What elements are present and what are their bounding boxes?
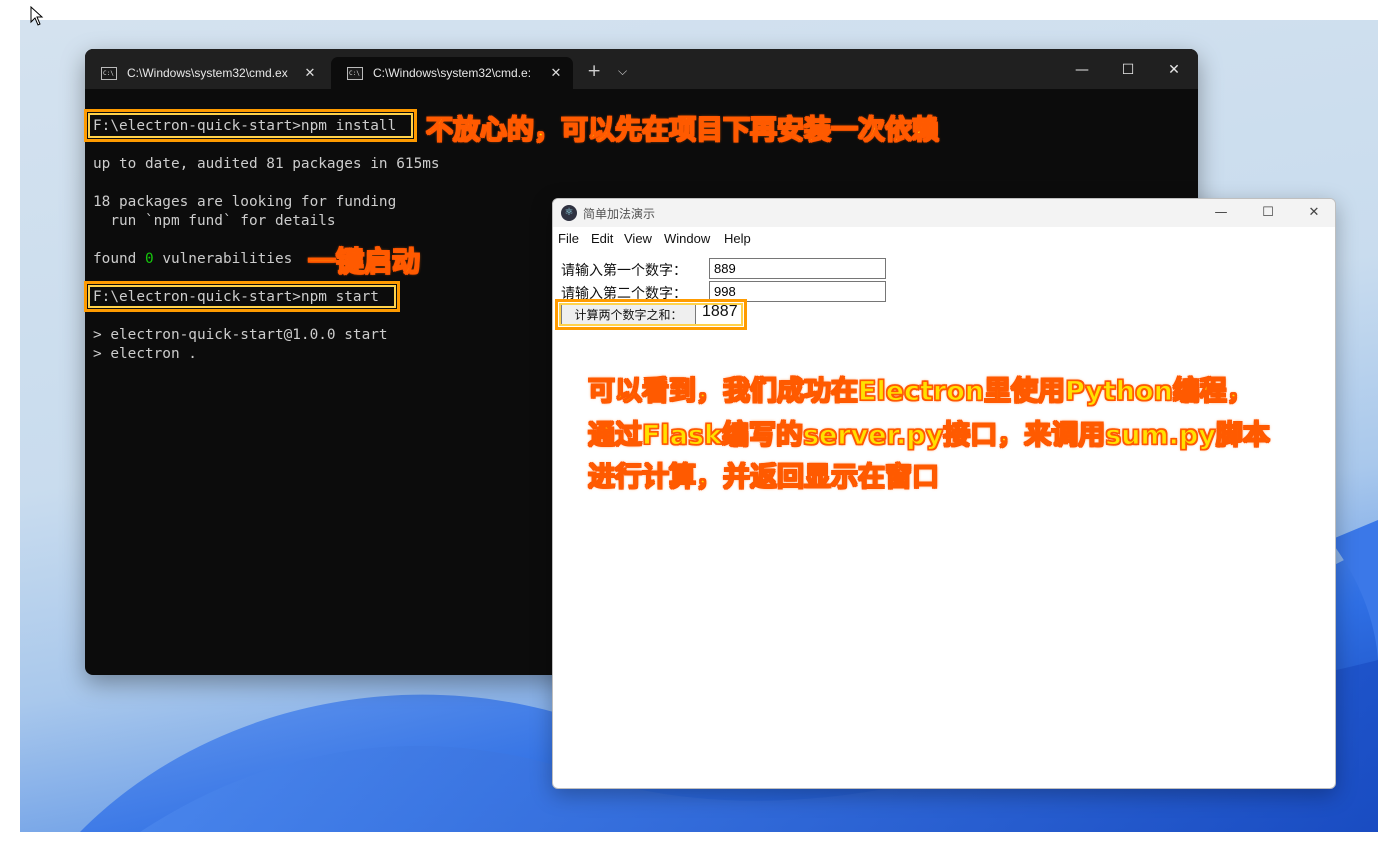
first-number-label: 请输入第一个数字： xyxy=(561,263,687,279)
terminal-tab-2[interactable]: C:\ C:\Windows\system32\cmd.e: ✕ xyxy=(331,57,573,89)
maximize-button[interactable]: ☐ xyxy=(1245,203,1291,223)
terminal-line: > electron . xyxy=(93,346,197,362)
terminal-titlebar: C:\ C:\Windows\system32\cmd.ex ✕ C:\ C:\… xyxy=(85,49,1198,89)
menu-edit[interactable]: Edit xyxy=(591,231,613,246)
menu-bar: File Edit View Window Help xyxy=(553,227,1335,251)
window-title: 简单加法演示 xyxy=(583,207,656,221)
tab-title: C:\Windows\system32\cmd.ex xyxy=(127,66,288,80)
minimize-button[interactable]: — xyxy=(1198,203,1244,223)
first-number-input[interactable]: 889 xyxy=(709,258,886,279)
terminal-line: 18 packages are looking for funding xyxy=(93,194,397,210)
cmd-icon: C:\ xyxy=(101,66,117,80)
chevron-down-icon[interactable]: ⌵ xyxy=(618,64,627,79)
annotation-one-click-start: 一键启动 xyxy=(307,244,421,278)
cmd-icon: C:\ xyxy=(347,66,363,80)
terminal-line: up to date, audited 81 packages in 615ms xyxy=(93,156,440,172)
terminal-line: > electron-quick-start@1.0.0 start xyxy=(93,327,388,343)
new-tab-button[interactable]: + xyxy=(587,61,601,81)
annotation-reinstall: 不放心的，可以先在项目下再安装一次依赖 xyxy=(425,114,939,146)
terminal-line: found 0 vulnerabilities xyxy=(93,250,292,269)
terminal-line: run `npm fund` for details xyxy=(93,213,336,229)
maximize-button[interactable]: ☐ xyxy=(1105,57,1151,83)
minimize-button[interactable]: — xyxy=(1059,57,1105,83)
tab-title: C:\Windows\system32\cmd.e: xyxy=(373,66,532,80)
menu-help[interactable]: Help xyxy=(724,231,751,246)
close-icon[interactable]: ✕ xyxy=(303,65,317,81)
terminal-tab-1[interactable]: C:\ C:\Windows\system32\cmd.ex ✕ xyxy=(85,57,327,89)
annotation-summary-line1: 可以看到，我们成功在Electron里使用Python编程， xyxy=(587,375,1254,407)
highlight-box-npm-install xyxy=(84,109,417,142)
text-found: found xyxy=(93,251,145,267)
menu-file[interactable]: File xyxy=(558,231,579,246)
electron-logo-icon: ⚛ xyxy=(561,205,577,221)
vulnerability-count: 0 xyxy=(144,251,154,267)
annotation-summary-line3: 进行计算，并返回显示在窗口 xyxy=(587,461,939,493)
highlight-box-npm-start xyxy=(84,281,400,312)
menu-window[interactable]: Window xyxy=(664,231,710,246)
close-button[interactable]: ✕ xyxy=(1291,203,1335,223)
text-vulnerabilities: vulnerabilities xyxy=(153,251,293,267)
close-icon[interactable]: ✕ xyxy=(549,65,563,81)
menu-view[interactable]: View xyxy=(624,231,652,246)
mouse-cursor-icon xyxy=(30,6,44,26)
app-titlebar: ⚛ 简单加法演示 — ☐ ✕ xyxy=(553,199,1335,227)
close-button[interactable]: ✕ xyxy=(1151,57,1197,83)
highlight-box-result xyxy=(555,299,747,330)
annotation-summary-line2: 通过Flask编写的server.py接口，来调用sum.py脚本 xyxy=(587,419,1270,451)
